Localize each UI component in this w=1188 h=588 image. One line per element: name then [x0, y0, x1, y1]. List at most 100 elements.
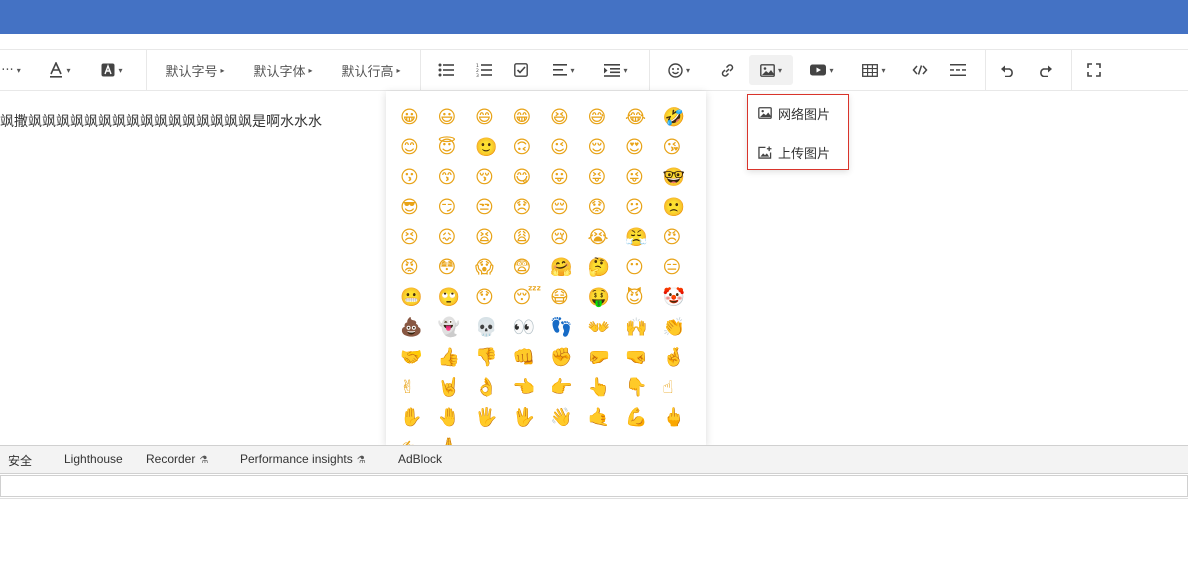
background-color-button[interactable]: ▾: [96, 55, 128, 85]
emoji-item[interactable]: 😕: [625, 193, 663, 223]
image-button[interactable]: ▾: [749, 55, 793, 85]
emoji-item[interactable]: ☝: [663, 373, 701, 403]
emoji-item[interactable]: 🙌: [625, 313, 663, 343]
emoji-item[interactable]: 🙄: [438, 283, 476, 313]
emoji-item[interactable]: 😠: [663, 223, 701, 253]
emoji-item[interactable]: 🙁: [663, 193, 701, 223]
tab-security[interactable]: 安全: [8, 452, 32, 469]
emoji-item[interactable]: 😷: [550, 283, 588, 313]
emoji-button[interactable]: ▾: [662, 55, 696, 85]
emoji-item[interactable]: 😜: [625, 163, 663, 193]
align-button[interactable]: ▾: [546, 55, 582, 85]
emoji-item[interactable]: 😩: [513, 223, 551, 253]
emoji-item[interactable]: 😔: [550, 193, 588, 223]
emoji-item[interactable]: ✍: [400, 433, 438, 445]
editor-content[interactable]: 飒撒飒飒飒飒飒飒飒飒飒飒飒飒飒飒飒飒是啊水水水: [0, 111, 388, 131]
emoji-item[interactable]: 🖐: [475, 403, 513, 433]
emoji-item[interactable]: 😢: [550, 223, 588, 253]
emoji-item[interactable]: 🤑: [588, 283, 626, 313]
emoji-item[interactable]: 😆: [550, 103, 588, 133]
network-image-item[interactable]: 网络图片: [758, 101, 830, 125]
emoji-item[interactable]: 👣: [550, 313, 588, 343]
more-button[interactable]: ··· ▾: [0, 55, 22, 85]
tab-adblock[interactable]: AdBlock: [398, 452, 442, 466]
emoji-item[interactable]: ✋: [400, 403, 438, 433]
emoji-item[interactable]: 😝: [588, 163, 626, 193]
emoji-item[interactable]: 🖖: [513, 403, 551, 433]
emoji-item[interactable]: 😶: [625, 253, 663, 283]
emoji-item[interactable]: 😒: [475, 193, 513, 223]
bulleted-list-button[interactable]: [432, 55, 460, 85]
emoji-item[interactable]: 👻: [438, 313, 476, 343]
emoji-item[interactable]: ✌: [400, 373, 438, 403]
emoji-item[interactable]: 👊: [513, 343, 551, 373]
table-button[interactable]: ▾: [856, 55, 892, 85]
emoji-item[interactable]: 💪: [625, 403, 663, 433]
emoji-item[interactable]: 😎: [400, 193, 438, 223]
emoji-item[interactable]: 😇: [438, 133, 476, 163]
emoji-item[interactable]: 💩: [400, 313, 438, 343]
emoji-item[interactable]: 🤣: [663, 103, 701, 133]
emoji-item[interactable]: 🤚: [438, 403, 476, 433]
emoji-item[interactable]: 😀: [400, 103, 438, 133]
emoji-item[interactable]: 😌: [588, 133, 626, 163]
console-input[interactable]: [0, 475, 1188, 497]
emoji-item[interactable]: 😑: [663, 253, 701, 283]
emoji-item[interactable]: 🤡: [663, 283, 701, 313]
emoji-item[interactable]: 💀: [475, 313, 513, 343]
emoji-item[interactable]: 👋: [550, 403, 588, 433]
emoji-item[interactable]: 🤔: [588, 253, 626, 283]
emoji-item[interactable]: 🖕: [663, 403, 701, 433]
emoji-item[interactable]: 🤛: [588, 343, 626, 373]
emoji-item[interactable]: 😯: [475, 283, 513, 313]
font-size-select[interactable]: 默认字号 ▸: [160, 55, 230, 85]
emoji-item[interactable]: 😊: [400, 133, 438, 163]
emoji-item[interactable]: 🤓: [663, 163, 701, 193]
fullscreen-button[interactable]: [1080, 55, 1108, 85]
emoji-item[interactable]: 😖: [438, 223, 476, 253]
emoji-item[interactable]: 😭: [588, 223, 626, 253]
emoji-item[interactable]: 🤜: [625, 343, 663, 373]
emoji-item[interactable]: 👆: [588, 373, 626, 403]
emoji-item[interactable]: 😁: [513, 103, 551, 133]
emoji-item[interactable]: 😈: [625, 283, 663, 313]
divider-button[interactable]: [944, 55, 972, 85]
emoji-item[interactable]: 😞: [513, 193, 551, 223]
upload-image-item[interactable]: 上传图片: [758, 140, 830, 164]
emoji-item[interactable]: 🙃: [513, 133, 551, 163]
emoji-item[interactable]: 😏: [438, 193, 476, 223]
emoji-item[interactable]: 👎: [475, 343, 513, 373]
todo-button[interactable]: [507, 55, 535, 85]
code-button[interactable]: [906, 55, 934, 85]
emoji-item[interactable]: 😨: [513, 253, 551, 283]
emoji-item[interactable]: 😃: [438, 103, 476, 133]
emoji-item[interactable]: 😤: [625, 223, 663, 253]
emoji-item[interactable]: 👉: [550, 373, 588, 403]
line-height-select[interactable]: 默认行高 ▸: [336, 55, 406, 85]
emoji-item[interactable]: 😳: [438, 253, 476, 283]
emoji-item[interactable]: 👇: [625, 373, 663, 403]
emoji-item[interactable]: 🤝: [400, 343, 438, 373]
undo-button[interactable]: [993, 55, 1021, 85]
emoji-item[interactable]: 🤘: [438, 373, 476, 403]
video-button[interactable]: ▾: [803, 55, 841, 85]
emoji-item[interactable]: 😗: [400, 163, 438, 193]
emoji-item[interactable]: 😴: [513, 283, 551, 313]
font-family-select[interactable]: 默认字体 ▸: [248, 55, 318, 85]
emoji-item[interactable]: 🤞: [663, 343, 701, 373]
tab-lighthouse[interactable]: Lighthouse: [64, 452, 123, 466]
emoji-item[interactable]: 🙂: [475, 133, 513, 163]
link-button[interactable]: [713, 55, 741, 85]
emoji-item[interactable]: 😫: [475, 223, 513, 253]
emoji-item[interactable]: 😟: [588, 193, 626, 223]
emoji-item[interactable]: 😛: [550, 163, 588, 193]
emoji-item[interactable]: 😱: [475, 253, 513, 283]
emoji-item[interactable]: 👀: [513, 313, 551, 343]
emoji-item[interactable]: ✊: [550, 343, 588, 373]
emoji-item[interactable]: 👈: [513, 373, 551, 403]
emoji-item[interactable]: 😅: [588, 103, 626, 133]
emoji-item[interactable]: 😡: [400, 253, 438, 283]
emoji-item[interactable]: 😂: [625, 103, 663, 133]
emoji-item[interactable]: 👌: [475, 373, 513, 403]
emoji-item[interactable]: 👏: [663, 313, 701, 343]
